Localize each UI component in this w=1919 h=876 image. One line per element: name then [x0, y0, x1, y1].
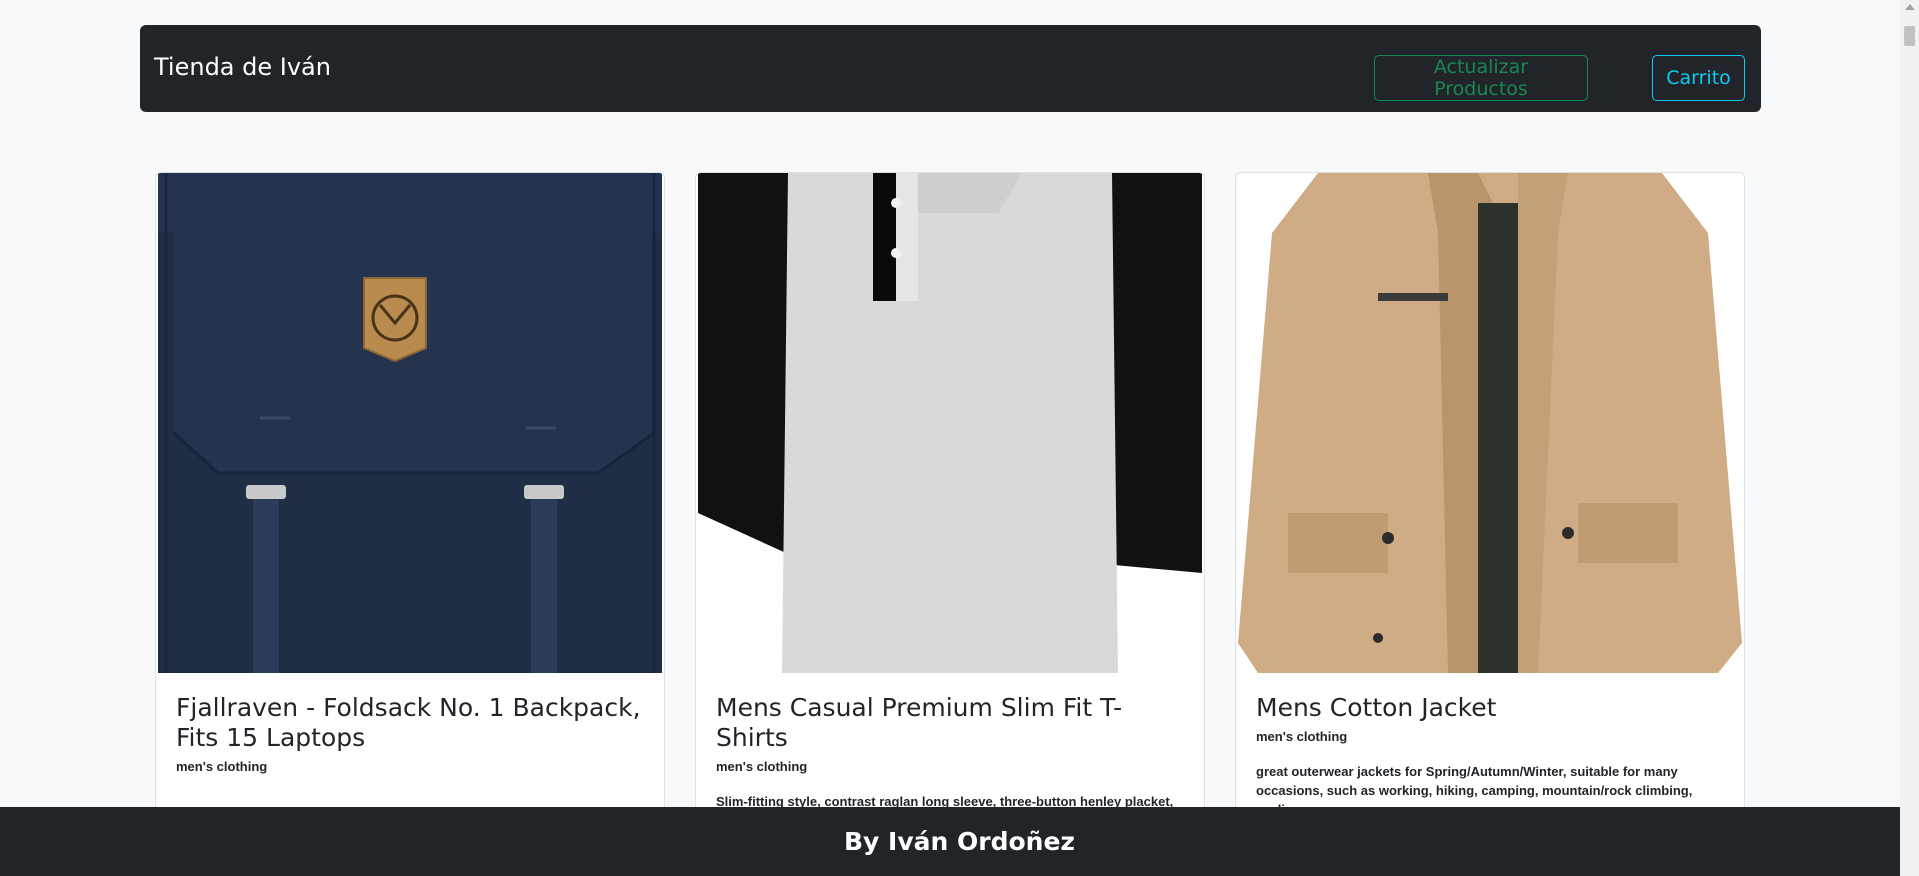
scroll-thumb[interactable] [1904, 26, 1915, 46]
product-title: Fjallraven - Foldsack No. 1 Backpack, Fi… [176, 693, 641, 752]
product-title: Mens Cotton Jacket [1256, 693, 1497, 722]
card-body: Fjallraven - Foldsack No. 1 Backpack, Fi… [176, 693, 646, 792]
product-category: men's clothing [716, 759, 808, 774]
card-body: Mens Cotton Jacket men's clothing great … [1256, 693, 1726, 819]
product-image-jacket [1238, 173, 1742, 673]
scroll-up-arrow-icon[interactable] [1905, 4, 1915, 10]
brand-title[interactable]: Tienda de Iván [154, 53, 331, 81]
product-card[interactable]: Mens Casual Premium Slim Fit T-Shirts me… [695, 172, 1205, 872]
product-category: men's clothing [1256, 729, 1348, 744]
footer-text: By Iván Ordoñez [844, 827, 1075, 856]
product-image-backpack [158, 173, 662, 673]
footer: By Iván Ordoñez [0, 807, 1919, 876]
navbar: Tienda de Iván Actualizar Productos Carr… [140, 25, 1761, 112]
product-title: Mens Casual Premium Slim Fit T-Shirts [716, 693, 1123, 752]
product-category: men's clothing [176, 759, 268, 774]
cart-button[interactable]: Carrito [1652, 55, 1745, 101]
product-card[interactable]: Fjallraven - Foldsack No. 1 Backpack, Fi… [155, 172, 665, 872]
update-products-button[interactable]: Actualizar Productos [1374, 55, 1588, 101]
product-card[interactable]: Mens Cotton Jacket men's clothing great … [1235, 172, 1745, 872]
page-scrollbar[interactable] [1900, 0, 1919, 876]
product-image-tshirt [698, 173, 1202, 673]
